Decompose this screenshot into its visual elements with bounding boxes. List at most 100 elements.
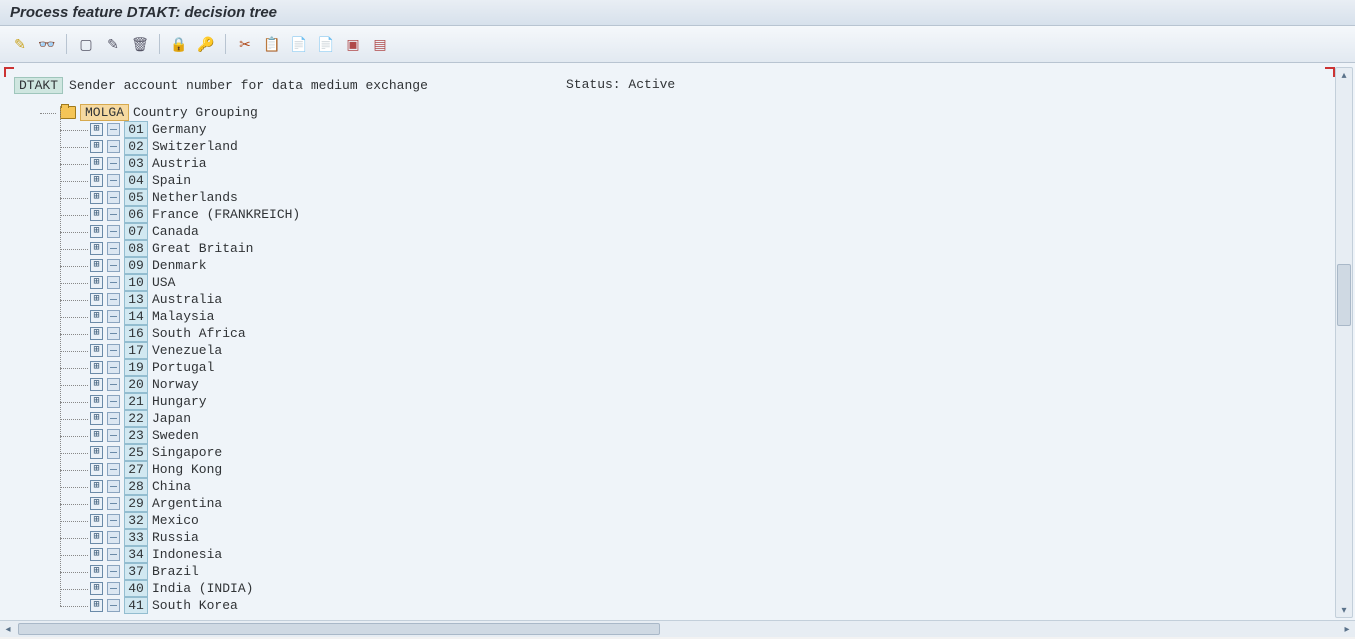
vertical-scrollbar[interactable]: ▴ ▾ xyxy=(1335,67,1353,618)
copy-icon[interactable]: 📋 xyxy=(260,32,284,56)
country-name: Singapore xyxy=(152,445,222,460)
country-node[interactable]: ⊞40India (INDIA) xyxy=(78,580,1325,597)
scroll-up-arrow-icon[interactable]: ▴ xyxy=(1337,68,1351,82)
change-icon[interactable]: ✎ xyxy=(101,32,125,56)
scroll-right-arrow-icon[interactable]: ▸ xyxy=(1339,622,1355,636)
hscroll-thumb[interactable] xyxy=(18,623,660,635)
country-node[interactable]: ⊞17Venezuela xyxy=(78,342,1325,359)
node-icon xyxy=(107,497,120,510)
country-name: USA xyxy=(152,275,175,290)
lock-icon[interactable]: 🔒 xyxy=(167,32,191,56)
country-node[interactable]: ⊞08Great Britain xyxy=(78,240,1325,257)
country-node[interactable]: ⊞32Mexico xyxy=(78,512,1325,529)
expand-icon[interactable]: ⊞ xyxy=(90,293,103,306)
country-node[interactable]: ⊞21Hungary xyxy=(78,393,1325,410)
country-node[interactable]: ⊞07Canada xyxy=(78,223,1325,240)
paste2-icon[interactable]: 📄 xyxy=(314,32,338,56)
country-name: Indonesia xyxy=(152,547,222,562)
expand-icon[interactable]: ⊞ xyxy=(90,344,103,357)
country-name: Brazil xyxy=(152,564,199,579)
country-node[interactable]: ⊞05Netherlands xyxy=(78,189,1325,206)
node-icon xyxy=(107,446,120,459)
country-node[interactable]: ⊞41South Korea xyxy=(78,597,1325,614)
node-icon xyxy=(107,327,120,340)
expand-icon[interactable]: ⊞ xyxy=(90,225,103,238)
expand-icon[interactable]: ⊞ xyxy=(90,412,103,425)
expand-icon[interactable]: ⊞ xyxy=(90,582,103,595)
expand-icon[interactable]: ▣ xyxy=(341,32,365,56)
expand-icon[interactable]: ⊞ xyxy=(90,565,103,578)
expand-icon[interactable]: ⊞ xyxy=(90,276,103,289)
group-children: ⊞01Germany⊞02Switzerland⊞03Austria⊞04Spa… xyxy=(78,121,1325,614)
toolbar-separator xyxy=(66,34,67,54)
expand-icon[interactable]: ⊞ xyxy=(90,497,103,510)
country-node[interactable]: ⊞23Sweden xyxy=(78,427,1325,444)
expand-icon[interactable]: ⊞ xyxy=(90,395,103,408)
status-value: Active xyxy=(628,77,675,92)
delete-icon[interactable]: 🗑 xyxy=(128,32,152,56)
scroll-down-arrow-icon[interactable]: ▾ xyxy=(1337,603,1351,617)
country-code-badge: 22 xyxy=(124,410,148,427)
expand-icon[interactable]: ⊞ xyxy=(90,208,103,221)
expand-icon[interactable]: ⊞ xyxy=(90,480,103,493)
expand-icon[interactable]: ⊞ xyxy=(90,157,103,170)
country-node[interactable]: ⊞33Russia xyxy=(78,529,1325,546)
country-node[interactable]: ⊞03Austria xyxy=(78,155,1325,172)
country-node[interactable]: ⊞14Malaysia xyxy=(78,308,1325,325)
country-node[interactable]: ⊞29Argentina xyxy=(78,495,1325,512)
toolbar: ✎👓▢✎🗑🔒🔑✂📋📄📄▣▤ xyxy=(0,26,1355,63)
expand-icon[interactable]: ⊞ xyxy=(90,310,103,323)
country-node[interactable]: ⊞16South Africa xyxy=(78,325,1325,342)
expand-icon[interactable]: ⊞ xyxy=(90,548,103,561)
vscroll-track[interactable] xyxy=(1336,82,1352,603)
country-node[interactable]: ⊞13Australia xyxy=(78,291,1325,308)
expand-icon[interactable]: ⊞ xyxy=(90,361,103,374)
country-node[interactable]: ⊞25Singapore xyxy=(78,444,1325,461)
country-node[interactable]: ⊞04Spain xyxy=(78,172,1325,189)
horizontal-scrollbar[interactable]: ◂ ▸ xyxy=(0,620,1355,637)
collapse-icon[interactable]: ▤ xyxy=(368,32,392,56)
country-node[interactable]: ⊞19Portugal xyxy=(78,359,1325,376)
country-node[interactable]: ⊞09Denmark xyxy=(78,257,1325,274)
country-code-badge: 17 xyxy=(124,342,148,359)
expand-icon[interactable]: ⊞ xyxy=(90,514,103,527)
expand-icon[interactable]: ⊞ xyxy=(90,259,103,272)
country-node[interactable]: ⊞10USA xyxy=(78,274,1325,291)
check-icon[interactable]: ✎ xyxy=(8,32,32,56)
country-name: South Africa xyxy=(152,326,246,341)
country-code-badge: 21 xyxy=(124,393,148,410)
window-title: Process feature DTAKT: decision tree xyxy=(0,0,1355,26)
expand-icon[interactable]: ⊞ xyxy=(90,463,103,476)
expand-icon[interactable]: ⊞ xyxy=(90,123,103,136)
expand-icon[interactable]: ⊞ xyxy=(90,599,103,612)
country-node[interactable]: ⊞28China xyxy=(78,478,1325,495)
expand-icon[interactable]: ⊞ xyxy=(90,242,103,255)
country-node[interactable]: ⊞01Germany xyxy=(78,121,1325,138)
expand-icon[interactable]: ⊞ xyxy=(90,531,103,544)
expand-icon[interactable]: ⊞ xyxy=(90,191,103,204)
expand-icon[interactable]: ⊞ xyxy=(90,327,103,340)
root-description: Sender account number for data medium ex… xyxy=(69,78,428,93)
cut-icon[interactable]: ✂ xyxy=(233,32,257,56)
create-icon[interactable]: ▢ xyxy=(74,32,98,56)
expand-icon[interactable]: ⊞ xyxy=(90,174,103,187)
hscroll-track[interactable] xyxy=(18,623,1337,635)
paste-icon[interactable]: 📄 xyxy=(287,32,311,56)
country-node[interactable]: ⊞02Switzerland xyxy=(78,138,1325,155)
expand-icon[interactable]: ⊞ xyxy=(90,446,103,459)
glasses-icon[interactable]: 👓 xyxy=(35,32,59,56)
country-node[interactable]: ⊞06France (FRANKREICH) xyxy=(78,206,1325,223)
country-node[interactable]: ⊞20Norway xyxy=(78,376,1325,393)
country-node[interactable]: ⊞34Indonesia xyxy=(78,546,1325,563)
expand-icon[interactable]: ⊞ xyxy=(90,140,103,153)
node-icon xyxy=(107,344,120,357)
country-node[interactable]: ⊞27Hong Kong xyxy=(78,461,1325,478)
country-node[interactable]: ⊞22Japan xyxy=(78,410,1325,427)
expand-icon[interactable]: ⊞ xyxy=(90,378,103,391)
country-node[interactable]: ⊞37Brazil xyxy=(78,563,1325,580)
scroll-left-arrow-icon[interactable]: ◂ xyxy=(0,622,16,636)
key-icon[interactable]: 🔑 xyxy=(194,32,218,56)
group-node[interactable]: MOLGA Country Grouping xyxy=(40,104,1325,121)
expand-icon[interactable]: ⊞ xyxy=(90,429,103,442)
vscroll-thumb[interactable] xyxy=(1337,264,1351,326)
